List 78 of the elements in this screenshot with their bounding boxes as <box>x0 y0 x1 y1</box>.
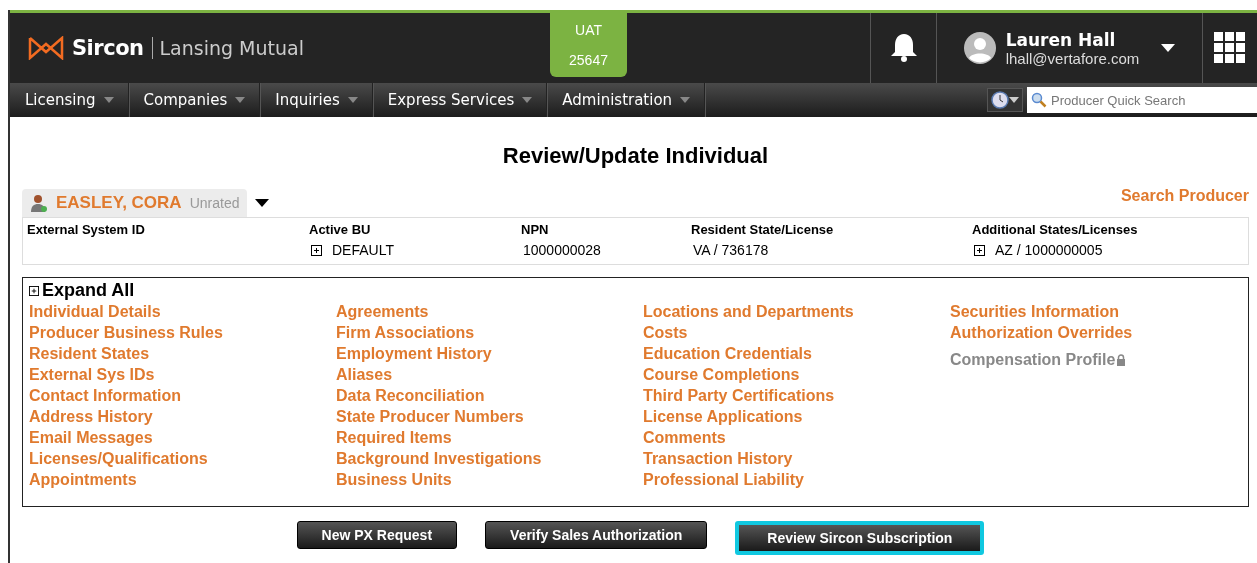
column-header: NPN <box>521 222 550 239</box>
search-producer-link[interactable]: Search Producer <box>1120 187 1249 205</box>
app-grid-icon[interactable] <box>1214 32 1246 64</box>
search-field[interactable]: Producer Quick Search <box>1027 87 1257 113</box>
action-button[interactable]: New PX Request <box>296 521 458 549</box>
search-icon <box>1031 92 1047 108</box>
caret-icon <box>103 97 114 103</box>
section-link[interactable]: Authorization Overrides <box>950 322 1242 343</box>
section-link[interactable]: Costs <box>643 322 950 343</box>
section-link[interactable]: Appointments <box>29 469 336 490</box>
section-link[interactable]: Individual Details <box>29 301 336 322</box>
action-button[interactable]: Review Sircon Subscription <box>735 521 985 555</box>
avatar-icon[interactable] <box>963 32 996 64</box>
column-header: Resident State/License <box>691 222 835 239</box>
expand-icon[interactable] <box>29 285 39 296</box>
column-header: Additional States/Licenses <box>972 222 1139 239</box>
nav-menu[interactable]: Inquiries <box>260 83 373 117</box>
section-link[interactable]: Comments <box>643 427 950 448</box>
section-link[interactable]: Education Credentials <box>643 343 950 364</box>
section-link[interactable]: External Sys IDs <box>29 364 336 385</box>
section-link[interactable]: Agreements <box>336 301 643 322</box>
action-button[interactable]: Verify Sales Authorization <box>485 521 708 549</box>
caret-icon[interactable] <box>255 199 270 207</box>
section-link[interactable]: Data Reconciliation <box>336 385 643 406</box>
section-link[interactable]: Producer Business Rules <box>29 322 336 343</box>
summary-value: VA / 736178 <box>693 242 769 258</box>
history-button[interactable] <box>987 88 1023 112</box>
producer-rating: Unrated <box>189 195 240 211</box>
company-name: Lansing Mutual <box>151 37 304 59</box>
summary-value: 1000000028 <box>523 242 601 258</box>
nav-menu[interactable]: Administration <box>547 83 706 117</box>
summary-value: AZ / 1000000005 <box>995 242 1103 258</box>
caret-icon[interactable] <box>1161 44 1176 52</box>
logo-icon <box>28 36 64 60</box>
caret-icon <box>680 97 691 103</box>
expand-all-link[interactable]: Expand All <box>42 280 135 301</box>
clock-icon <box>991 91 1009 109</box>
section-link[interactable]: Third Party Certifications <box>643 385 950 406</box>
caret-icon <box>235 97 246 103</box>
section-link[interactable]: Email Messages <box>29 427 336 448</box>
section-link[interactable]: Course Completions <box>643 364 950 385</box>
section-link[interactable]: Locations and Departments <box>643 301 950 322</box>
environment-label: 25647 <box>569 52 608 68</box>
section-link[interactable]: Business Units <box>336 469 643 490</box>
section-link[interactable]: Required Items <box>336 427 643 448</box>
column-header: External System ID <box>27 222 146 239</box>
section-link[interactable]: Address History <box>29 406 336 427</box>
environment-label: UAT <box>575 22 602 38</box>
section-link[interactable]: Contact Information <box>29 385 336 406</box>
section-link[interactable]: Licenses/Qualifications <box>29 448 336 469</box>
user-email: lhall@vertafore.com <box>1005 49 1140 67</box>
lock-icon <box>1116 353 1127 366</box>
page-title: Review/Update Individual <box>501 143 770 169</box>
nav-menu[interactable]: Express Services <box>372 83 548 117</box>
section-link[interactable]: Resident States <box>29 343 336 364</box>
caret-icon <box>1009 97 1019 103</box>
user-name: Lauren Hall <box>1005 29 1117 50</box>
section-link[interactable]: Professional Liability <box>643 469 950 490</box>
caret-icon <box>347 97 358 103</box>
expand-icon[interactable] <box>974 244 985 256</box>
section-link[interactable]: Transaction History <box>643 448 950 469</box>
nav-menu[interactable]: Licensing <box>10 83 129 117</box>
expand-icon[interactable] <box>311 244 322 256</box>
section-link[interactable]: State Producer Numbers <box>336 406 643 427</box>
producer-tab[interactable]: EASLEY, CORA Unrated <box>22 189 248 217</box>
section-link[interactable]: Employment History <box>336 343 643 364</box>
section-link[interactable]: Aliases <box>336 364 643 385</box>
column-header: Active BU <box>309 222 372 239</box>
section-link[interactable]: Background Investigations <box>336 448 643 469</box>
section-link[interactable]: License Applications <box>643 406 950 427</box>
nav-menu[interactable]: Companies <box>128 83 261 117</box>
summary-value: DEFAULT <box>332 242 394 258</box>
section-link[interactable]: Firm Associations <box>336 322 643 343</box>
producer-name: EASLEY, CORA <box>56 193 182 213</box>
caret-icon <box>522 97 533 103</box>
section-link[interactable]: Securities Information <box>950 301 1242 322</box>
brand-name: Sircon <box>72 36 144 60</box>
person-icon <box>30 193 48 213</box>
